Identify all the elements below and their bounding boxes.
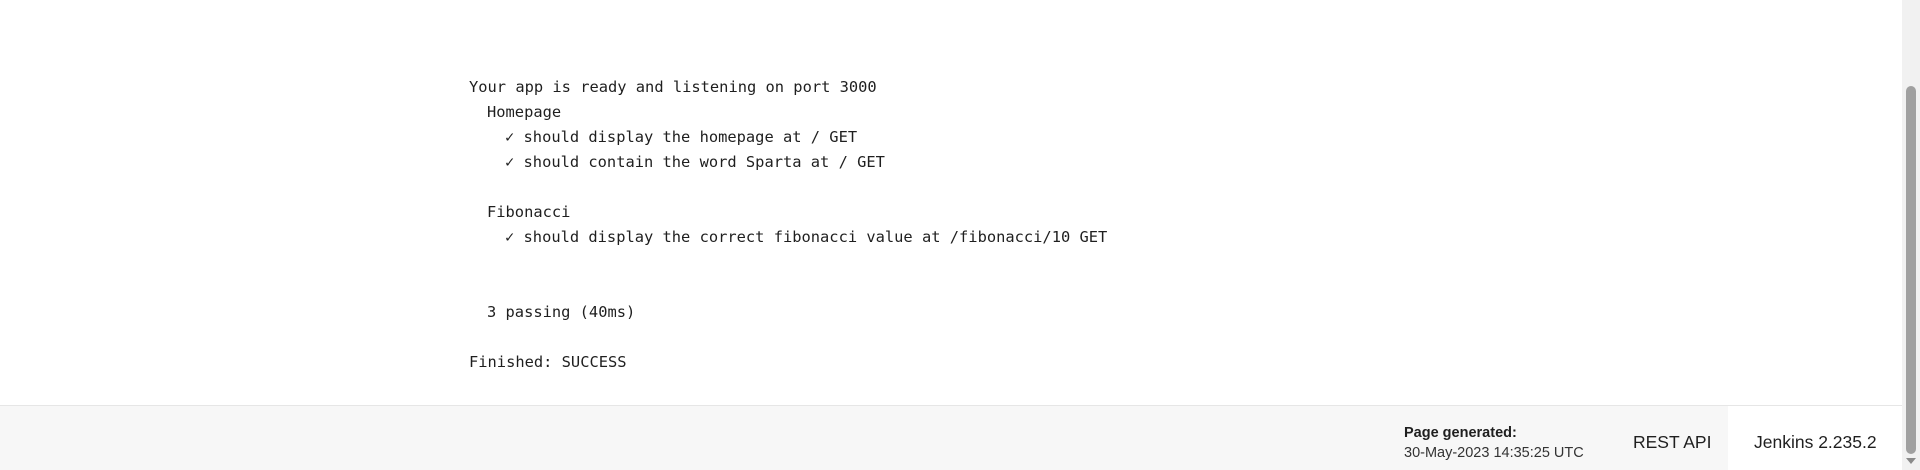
console-output: Your app is ready and listening on port …	[469, 75, 1107, 375]
console-line: ✓ should display the homepage at / GET	[505, 128, 858, 146]
console-line: Fibonacci	[487, 203, 571, 221]
console-line: Your app is ready and listening on port …	[469, 78, 877, 96]
jenkins-version-link[interactable]: Jenkins 2.235.2	[1754, 432, 1877, 453]
scroll-down-arrow-icon[interactable]	[1906, 458, 1916, 464]
console-line: 3 passing (40ms)	[487, 303, 636, 321]
console-line: ✓ should contain the word Sparta at / GE…	[505, 153, 885, 171]
page: Your app is ready and listening on port …	[0, 0, 1920, 470]
page-generated-label: Page generated:	[1404, 425, 1517, 441]
vertical-scrollbar[interactable]	[1902, 0, 1920, 470]
rest-api-link[interactable]: REST API	[1633, 432, 1711, 453]
console-line: Homepage	[487, 103, 562, 121]
page-generated-info: Page generated: 30-May-2023 14:35:25 UTC	[1404, 422, 1584, 462]
console-line: ✓ should display the correct fibonacci v…	[505, 228, 1108, 246]
page-footer: Page generated: 30-May-2023 14:35:25 UTC…	[0, 405, 1902, 470]
page-generated-time: 30-May-2023 14:35:25 UTC	[1404, 445, 1584, 461]
version-container: Jenkins 2.235.2	[1728, 406, 1902, 470]
scrollbar-thumb[interactable]	[1906, 86, 1916, 454]
console-line: Finished: SUCCESS	[469, 353, 627, 371]
